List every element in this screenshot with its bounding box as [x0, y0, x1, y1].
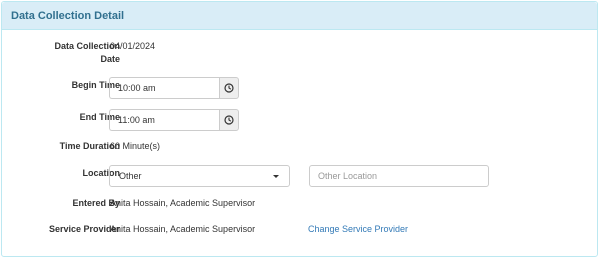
- panel-title: Data Collection Detail: [11, 10, 125, 22]
- caret-down-icon: [273, 175, 279, 178]
- service-provider-value: Anita Hossain, Academic Supervisor: [110, 224, 256, 234]
- clock-icon: [224, 83, 234, 93]
- date-label-line2: Date: [100, 54, 120, 64]
- clock-icon: [224, 115, 234, 125]
- location-select[interactable]: Other: [109, 165, 290, 187]
- end-time-group: 11:00 am: [109, 109, 239, 131]
- begin-time-input[interactable]: 10:00 am: [109, 77, 219, 99]
- duration-value: 60 Minute(s): [110, 141, 161, 151]
- other-location-input[interactable]: [309, 165, 489, 187]
- begin-time-group: 10:00 am: [109, 77, 239, 99]
- begin-time-clock-button[interactable]: [219, 77, 239, 99]
- date-value: 04/01/2024: [110, 41, 156, 51]
- end-time-input[interactable]: 11:00 am: [109, 109, 219, 131]
- change-service-provider-link[interactable]: Change Service Provider: [308, 223, 408, 236]
- panel-heading: Data Collection Detail: [2, 2, 597, 30]
- end-time-clock-button[interactable]: [219, 109, 239, 131]
- entered-by-value: Anita Hossain, Academic Supervisor: [110, 198, 256, 208]
- location-selected-value: Other: [119, 171, 142, 181]
